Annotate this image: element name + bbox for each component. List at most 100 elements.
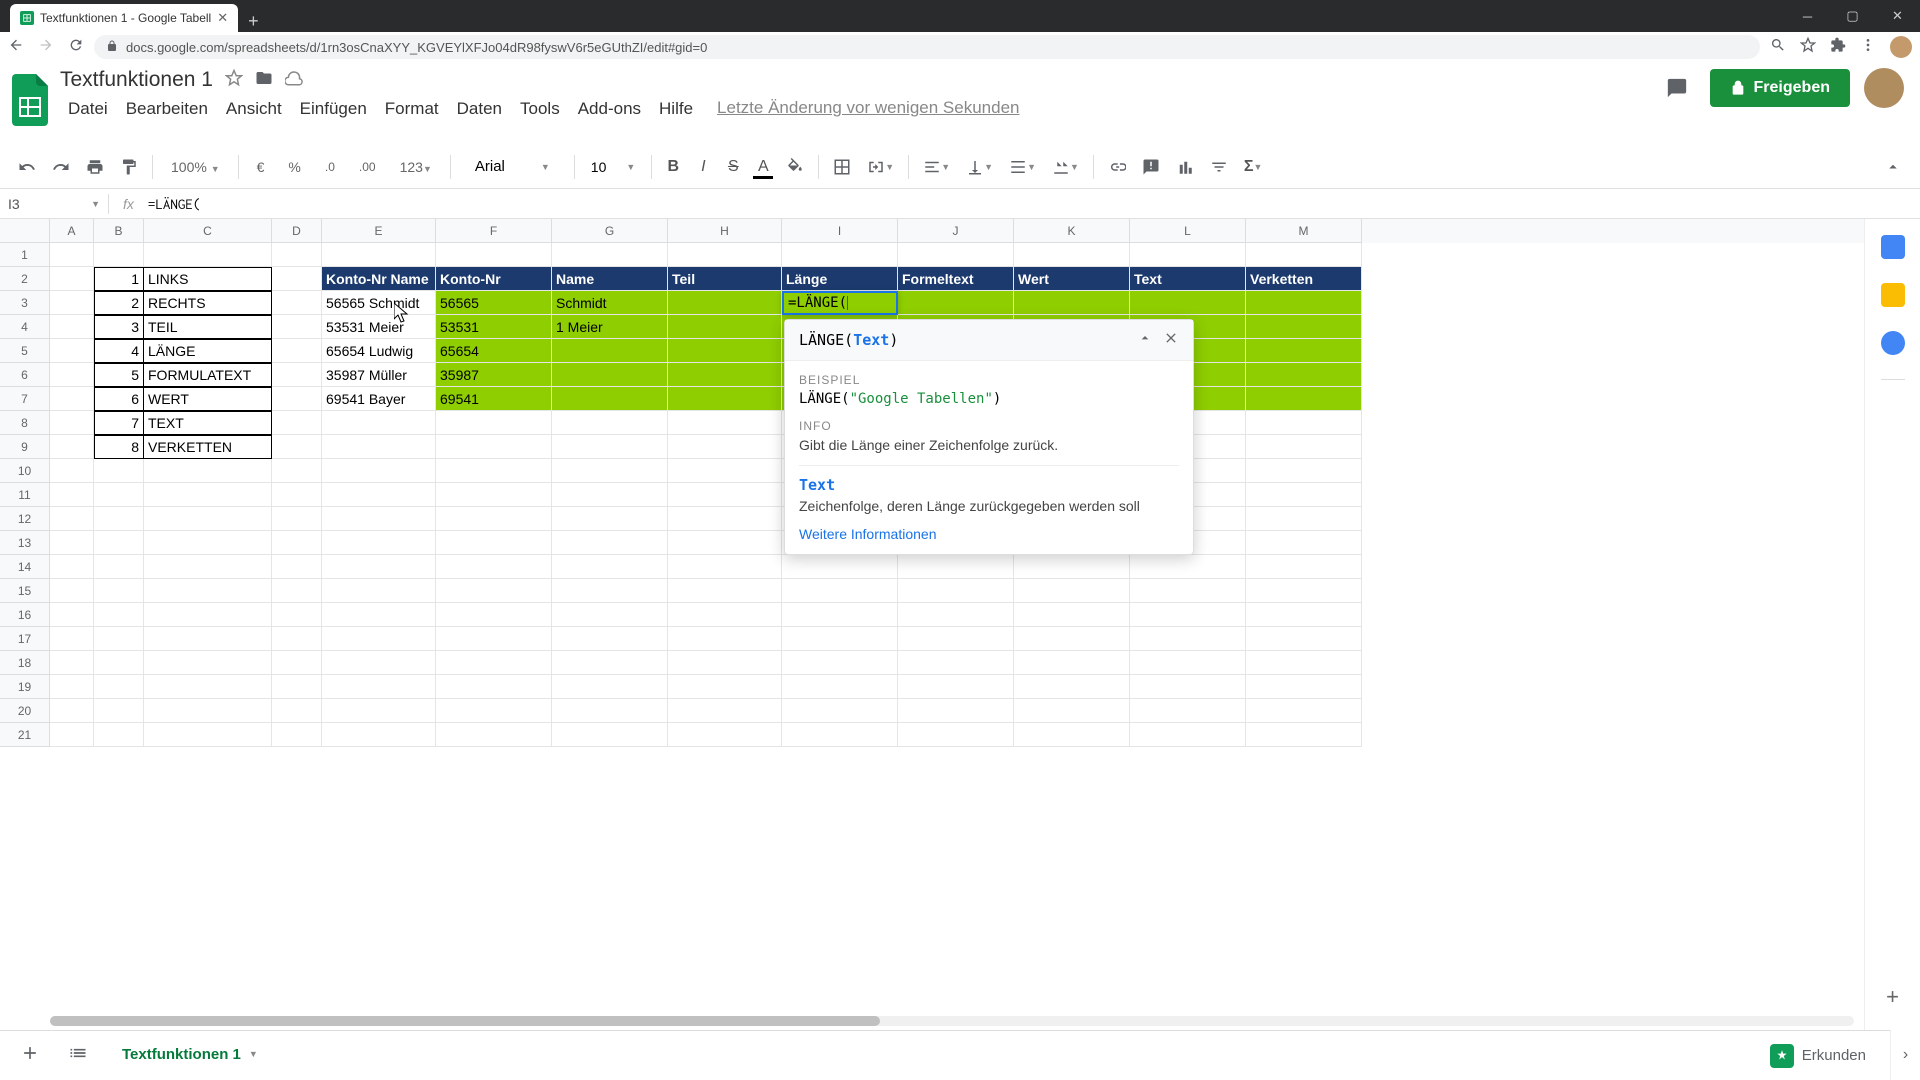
cell[interactable]: LÄNGE [144,339,272,363]
formula-bar[interactable]: =LÄNGE( [148,196,201,212]
cell[interactable] [272,363,322,387]
cell[interactable] [272,723,322,747]
cell[interactable] [436,243,552,267]
cell[interactable] [552,699,668,723]
cell[interactable]: RECHTS [144,291,272,315]
chart-button[interactable] [1170,153,1200,181]
help-close-icon[interactable] [1163,330,1179,350]
row-header-13[interactable]: 13 [0,531,50,555]
cell[interactable] [668,699,782,723]
share-button[interactable]: Freigeben [1710,69,1850,107]
increase-decimal[interactable]: .00 [349,156,386,178]
cell[interactable] [94,555,144,579]
cell[interactable]: 8 [94,435,144,459]
cell[interactable] [50,315,94,339]
cell-editor[interactable]: =LÄNGE( [782,291,898,315]
cell[interactable]: Schmidt [552,291,668,315]
functions-button[interactable]: Σ▼ [1238,153,1269,181]
cell[interactable] [1130,699,1246,723]
italic-button[interactable]: I [690,153,716,181]
sheets-logo[interactable] [10,74,50,126]
menu-daten[interactable]: Daten [449,98,510,120]
cell[interactable] [50,291,94,315]
cell[interactable] [552,459,668,483]
cell[interactable] [436,531,552,555]
cell[interactable] [94,675,144,699]
cell[interactable]: Länge [782,267,898,291]
cell[interactable] [272,603,322,627]
add-sheet-button[interactable] [12,1037,48,1074]
cell[interactable] [668,435,782,459]
cell[interactable] [144,555,272,579]
cell[interactable] [1130,675,1246,699]
cell[interactable] [50,267,94,291]
cell[interactable] [668,555,782,579]
cell[interactable]: Konto-Nr Name [322,267,436,291]
menu-dots-icon[interactable] [1860,37,1876,58]
cell[interactable] [322,507,436,531]
cell[interactable] [782,651,898,675]
profile-avatar[interactable] [1864,68,1904,108]
cell[interactable] [322,531,436,555]
cell[interactable] [272,627,322,651]
cell[interactable] [144,603,272,627]
row-header-6[interactable]: 6 [0,363,50,387]
cell[interactable] [552,579,668,603]
cell[interactable] [50,555,94,579]
cell[interactable] [552,627,668,651]
cell[interactable] [436,651,552,675]
cell[interactable] [436,411,552,435]
cell[interactable]: Teil [668,267,782,291]
comments-button[interactable] [1658,69,1696,107]
cell[interactable] [1014,243,1130,267]
cell[interactable]: 3 [94,315,144,339]
cell[interactable] [50,723,94,747]
cell[interactable] [668,411,782,435]
cell[interactable] [668,531,782,555]
cell[interactable]: WERT [144,387,272,411]
cell[interactable] [552,675,668,699]
cell[interactable] [322,723,436,747]
window-close[interactable]: ✕ [1875,0,1920,32]
cell[interactable] [1246,651,1362,675]
cell[interactable] [668,363,782,387]
cell[interactable]: 1 [94,267,144,291]
cell[interactable]: TEIL [144,315,272,339]
cell[interactable] [322,459,436,483]
cell[interactable] [94,243,144,267]
cell[interactable] [898,699,1014,723]
cell[interactable] [1246,363,1362,387]
cell[interactable] [94,579,144,603]
percent-button[interactable]: % [278,155,310,179]
wrap-button[interactable]: ▼ [1003,153,1042,181]
borders-button[interactable] [827,153,857,181]
cell[interactable] [552,387,668,411]
cell[interactable]: 35987 Müller [322,363,436,387]
cell[interactable] [272,675,322,699]
cell[interactable] [668,627,782,651]
cell[interactable] [1014,651,1130,675]
add-addon-icon[interactable]: + [1886,984,1899,1010]
cell[interactable]: Name [552,267,668,291]
cell[interactable] [272,435,322,459]
cell[interactable] [782,627,898,651]
cell[interactable] [436,699,552,723]
help-more-link[interactable]: Weitere Informationen [799,526,1179,542]
col-header-L[interactable]: L [1130,219,1246,243]
cell[interactable] [436,603,552,627]
col-header-C[interactable]: C [144,219,272,243]
cell[interactable] [322,555,436,579]
cell[interactable] [1014,579,1130,603]
cell[interactable] [668,483,782,507]
currency-button[interactable]: € [247,155,275,179]
cell[interactable] [1014,555,1130,579]
cell[interactable] [144,651,272,675]
cell[interactable] [782,675,898,699]
col-header-D[interactable]: D [272,219,322,243]
cell[interactable]: 56565 [436,291,552,315]
zoom-icon[interactable] [1770,37,1786,58]
menu-datei[interactable]: Datei [60,98,116,120]
cell[interactable] [50,339,94,363]
cell[interactable] [1246,603,1362,627]
cell[interactable] [1246,555,1362,579]
